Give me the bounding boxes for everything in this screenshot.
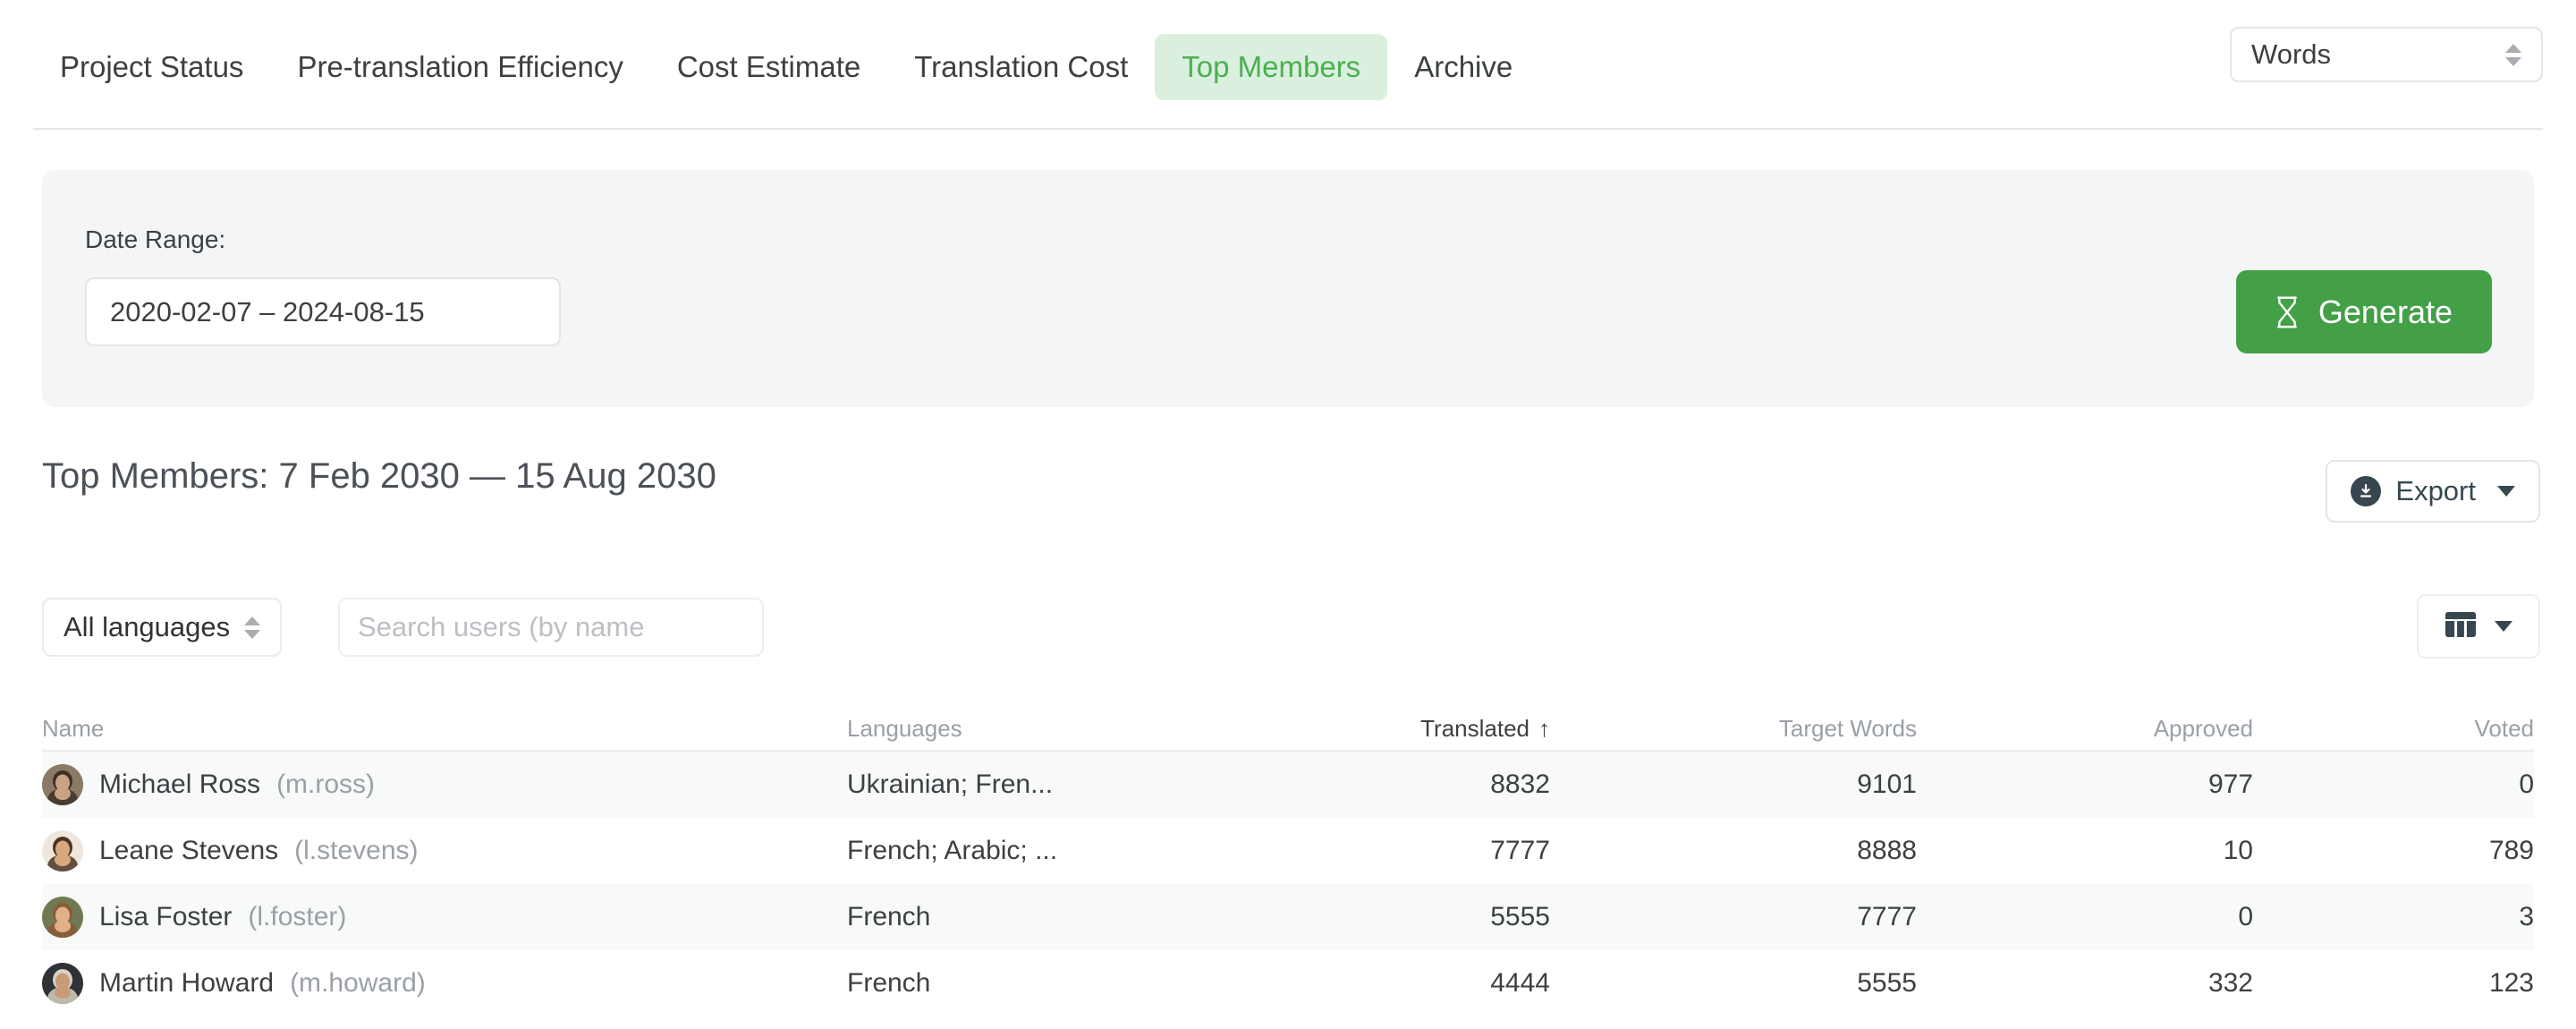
column-header-name[interactable]: Name [42, 715, 847, 743]
cell-translated: 5555 [1490, 902, 1550, 931]
hourglass-icon [2276, 296, 2297, 327]
cell-languages: French [847, 968, 931, 998]
top-members-table: Name Languages Translated ↑ Target Words Appr… [42, 707, 2534, 1016]
member-name[interactable]: Lisa Foster [99, 902, 232, 932]
language-filter-value: All languages [64, 611, 231, 642]
download-icon [2351, 476, 2382, 506]
tab-translation-cost[interactable]: Translation Cost [887, 34, 1155, 100]
cell-name: Martin Howard (m.howard) [42, 963, 847, 1004]
unit-select[interactable]: Words [2230, 27, 2543, 82]
cell-voted: 123 [2488, 968, 2534, 998]
column-header-trans[interactable]: Translated ↑ [1232, 715, 1550, 743]
member-name[interactable]: Leane Stevens [99, 836, 278, 866]
date-range-label: Date Range: [85, 225, 226, 253]
column-header-label: Translated [1420, 714, 1530, 742]
cell-name: Lisa Foster (l.foster) [42, 897, 847, 938]
cell-approved: 977 [2207, 770, 2253, 799]
avatar-leane-stevens [42, 830, 83, 872]
tab-bar: Project Status Pre-translation Efficiency… [0, 0, 2576, 130]
cell-approved: 10 [2223, 836, 2253, 865]
tab-bar-divider [33, 128, 2543, 130]
cell-voted: 0 [2519, 770, 2534, 799]
sort-ascending-icon: ↑ [1538, 714, 1550, 742]
cell-translated: 7777 [1490, 836, 1550, 865]
export-button-label: Export [2395, 475, 2476, 506]
column-header-label: Languages [847, 714, 962, 742]
column-header-lang[interactable]: Languages [847, 715, 1232, 743]
member-username: (m.howard) [290, 968, 426, 998]
avatar-lisa-foster [42, 897, 83, 938]
language-filter-select[interactable]: All languages [42, 598, 283, 657]
cell-languages: Ukrainian; Fren... [847, 770, 1054, 799]
member-username: (m.ross) [276, 770, 376, 799]
column-header-voted[interactable]: Voted [2253, 715, 2534, 743]
caret-down-icon [2497, 486, 2515, 497]
cell-target-words: 5555 [1857, 968, 1917, 998]
tab-project-status[interactable]: Project Status [33, 34, 270, 100]
column-header-label: Name [42, 714, 105, 742]
tab-cost-estimate[interactable]: Cost Estimate [650, 34, 887, 100]
cell-voted: 789 [2488, 836, 2534, 865]
chevron-updown-icon [2505, 43, 2521, 66]
tab-archive[interactable]: Archive [1387, 34, 1539, 100]
search-users-input[interactable]: Search users (by name [338, 598, 764, 657]
member-name[interactable]: Martin Howard [99, 968, 274, 999]
cell-translated: 4444 [1490, 968, 1550, 998]
search-users-placeholder: Search users (by name [358, 611, 645, 642]
cell-approved: 0 [2238, 902, 2253, 931]
column-header-label: Approved [2153, 714, 2253, 742]
tab-pre-translation-efficiency[interactable]: Pre-translation Efficiency [270, 34, 649, 100]
generate-button[interactable]: Generate [2235, 270, 2492, 353]
table-body: Michael Ross (m.ross) Ukrainian; Fren... 88… [42, 752, 2534, 1016]
generate-button-label: Generate [2318, 293, 2453, 330]
date-range-input[interactable]: 2020-02-07 – 2024-08-15 [85, 277, 561, 346]
table-row[interactable]: Leane Stevens (l.stevens) French; Arabic; … [42, 818, 2534, 884]
column-header-label: Voted [2474, 714, 2534, 742]
tab-list: Project Status Pre-translation Efficiency… [33, 0, 1539, 115]
cell-languages: French; Arabic; ... [847, 836, 1058, 865]
page-title: Top Members: 7 Feb 2030 — 15 Aug 2030 [42, 456, 716, 496]
table-header-row: Name Languages Translated ↑ Target Words Appr… [42, 707, 2534, 752]
table-row[interactable]: Michael Ross (m.ross) Ukrainian; Fren... 88… [42, 752, 2534, 818]
cell-translated: 8832 [1490, 770, 1550, 799]
cell-languages: French [847, 902, 931, 931]
cell-target-words: 9101 [1857, 770, 1917, 799]
columns-table-icon [2445, 610, 2477, 643]
member-username: (l.foster) [248, 902, 347, 931]
member-name[interactable]: Michael Ross [99, 770, 260, 800]
unit-select-value: Words [2251, 38, 2332, 70]
cell-approved: 332 [2207, 968, 2253, 998]
table-row[interactable]: Lisa Foster (l.foster) French 5555 7777 0 3 [42, 884, 2534, 950]
export-button[interactable]: Export [2326, 460, 2540, 523]
date-range-panel: Date Range: 2020-02-07 – 2024-08-15 Gene… [42, 170, 2534, 407]
caret-down-icon [2495, 621, 2512, 632]
avatar-martin-howard [42, 963, 83, 1004]
cell-name: Leane Stevens (l.stevens) [42, 830, 847, 872]
column-settings-button[interactable] [2417, 594, 2540, 659]
column-header-label: Target Words [1778, 714, 1917, 742]
cell-name: Michael Ross (m.ross) [42, 764, 847, 805]
avatar-michael-ross [42, 764, 83, 805]
column-header-target[interactable]: Target Words [1550, 715, 1917, 743]
cell-target-words: 7777 [1857, 902, 1917, 931]
cell-target-words: 8888 [1857, 836, 1917, 865]
column-header-appr[interactable]: Approved [1917, 715, 2253, 743]
table-row[interactable]: Martin Howard (m.howard) French 4444 5555 332… [42, 950, 2534, 1016]
member-username: (l.stevens) [294, 836, 419, 865]
tab-top-members[interactable]: Top Members [1155, 34, 1388, 100]
date-range-value: 2020-02-07 – 2024-08-15 [110, 295, 425, 327]
cell-voted: 3 [2519, 902, 2534, 931]
tab-bar-inner: Project Status Pre-translation Efficiency… [33, 0, 2543, 129]
chevron-updown-icon [244, 616, 261, 639]
